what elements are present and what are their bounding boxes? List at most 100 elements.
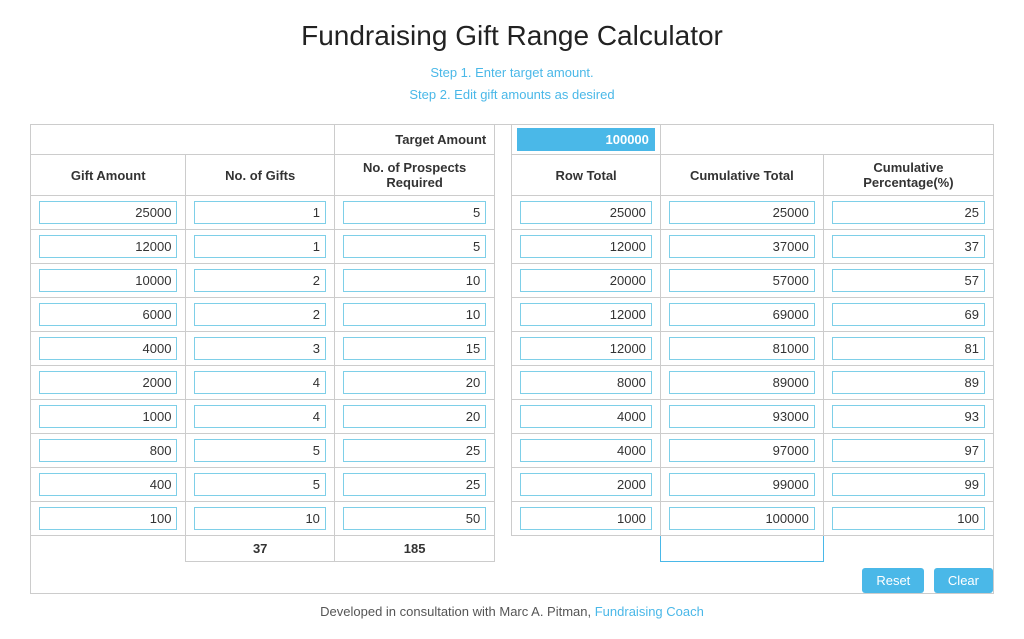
gift-input-8[interactable] <box>39 439 177 462</box>
prospects-input-3[interactable] <box>343 269 486 292</box>
prospects-input-7[interactable] <box>343 405 486 428</box>
gift-input-6[interactable] <box>39 371 177 394</box>
num-gifts-input-2[interactable] <box>194 235 325 258</box>
row-total-2[interactable] <box>520 235 652 258</box>
num-gifts-input-5[interactable] <box>194 337 325 360</box>
gift-amount <box>31 196 186 230</box>
gift-input-4[interactable] <box>39 303 177 326</box>
table-row <box>31 468 994 502</box>
col-gift-amount: Gift Amount <box>31 155 186 196</box>
row-total-6[interactable] <box>520 371 652 394</box>
cum-pct-4[interactable] <box>832 303 985 326</box>
table-row <box>31 366 994 400</box>
clear-button[interactable]: Clear <box>934 568 993 593</box>
spacer-header <box>495 155 512 196</box>
row-total-8[interactable] <box>520 439 652 462</box>
empty-cell-1 <box>31 125 335 155</box>
num-gifts-input-4[interactable] <box>194 303 325 326</box>
cum-total-10[interactable] <box>669 507 815 530</box>
cum-pct-6[interactable] <box>832 371 985 394</box>
cum-pct-7[interactable] <box>832 405 985 428</box>
col-cum-pct: Cumulative Percentage(%) <box>823 155 993 196</box>
gift-input-3[interactable] <box>39 269 177 292</box>
table-row <box>31 196 994 230</box>
prospects-input-9[interactable] <box>343 473 486 496</box>
row-total-1[interactable] <box>520 201 652 224</box>
column-headers: Gift Amount No. of Gifts No. of Prospect… <box>31 155 994 196</box>
table-row <box>31 434 994 468</box>
row-total-9[interactable] <box>520 473 652 496</box>
row-total-4[interactable] <box>520 303 652 326</box>
cum-total-5[interactable] <box>669 337 815 360</box>
totals-row: 37 185 100000 <box>31 536 994 562</box>
gift-input-2[interactable] <box>39 235 177 258</box>
gift-input-1[interactable] <box>39 201 177 224</box>
num-gifts-input-7[interactable] <box>194 405 325 428</box>
row-total-5[interactable] <box>520 337 652 360</box>
prospects-input-4[interactable] <box>343 303 486 326</box>
cum-total <box>660 196 823 230</box>
col-cum-total: Cumulative Total <box>660 155 823 196</box>
cum-pct-9[interactable] <box>832 473 985 496</box>
target-row: Target Amount <box>31 125 994 155</box>
page-title: Fundraising Gift Range Calculator <box>30 20 994 52</box>
gift-input-5[interactable] <box>39 337 177 360</box>
total-cum-total: 100000 <box>660 536 823 562</box>
col-prospects: No. of Prospects Required <box>334 155 494 196</box>
cum-pct-5[interactable] <box>832 337 985 360</box>
prospects-input-10[interactable] <box>343 507 486 530</box>
cum-pct-10[interactable] <box>832 507 985 530</box>
prospects-input-2[interactable] <box>343 235 486 258</box>
cum-pct-8[interactable] <box>832 439 985 462</box>
cum-total-8[interactable] <box>669 439 815 462</box>
empty-cell-2 <box>660 125 993 155</box>
reset-button[interactable]: Reset <box>862 568 924 593</box>
gift-input-10[interactable] <box>39 507 177 530</box>
row-total-7[interactable] <box>520 405 652 428</box>
num-gifts-input-3[interactable] <box>194 269 325 292</box>
footer-link[interactable]: Fundraising Coach <box>595 604 704 619</box>
prospects <box>334 196 494 230</box>
footer: Developed in consultation with Marc A. P… <box>30 604 994 619</box>
col-row-total: Row Total <box>512 155 661 196</box>
total-num-gifts: 37 <box>186 536 334 562</box>
prospects-input-6[interactable] <box>343 371 486 394</box>
num-gifts-input-6[interactable] <box>194 371 325 394</box>
cum-pct-3[interactable] <box>832 269 985 292</box>
prospects-input-5[interactable] <box>343 337 486 360</box>
target-label: Target Amount <box>334 125 494 155</box>
table-row <box>31 502 994 536</box>
gift-input-9[interactable] <box>39 473 177 496</box>
prospects-input-8[interactable] <box>343 439 486 462</box>
buttons-row: Reset Clear <box>31 562 994 594</box>
cum-total-3[interactable] <box>669 269 815 292</box>
num-gifts <box>186 196 334 230</box>
num-gifts-input-8[interactable] <box>194 439 325 462</box>
target-amount-input[interactable] <box>517 128 655 151</box>
footer-text: Developed in consultation with Marc A. P… <box>320 604 591 619</box>
cum-total-7[interactable] <box>669 405 815 428</box>
calculator-table: Target Amount Gift Amount No. of Gifts N… <box>30 124 994 594</box>
cum-total-1[interactable] <box>669 201 815 224</box>
cum-pct-2[interactable] <box>832 235 985 258</box>
gift-input-7[interactable] <box>39 405 177 428</box>
num-gifts-input-9[interactable] <box>194 473 325 496</box>
cum-total-4[interactable] <box>669 303 815 326</box>
cum-total-6[interactable] <box>669 371 815 394</box>
table-row <box>31 400 994 434</box>
cum-total-9[interactable] <box>669 473 815 496</box>
prospects-input-1[interactable] <box>343 201 486 224</box>
row-total-3[interactable] <box>520 269 652 292</box>
instructions: Step 1. Enter target amount. Step 2. Edi… <box>30 62 994 106</box>
table-row <box>31 230 994 264</box>
row-total-10[interactable] <box>520 507 652 530</box>
num-gifts-input-10[interactable] <box>194 507 325 530</box>
cum-pct <box>823 196 993 230</box>
num-gifts-input-1[interactable] <box>194 201 325 224</box>
spacer <box>495 125 512 155</box>
table-row <box>31 332 994 366</box>
row-total <box>512 196 661 230</box>
target-input-cell <box>512 125 661 155</box>
cum-pct-1[interactable] <box>832 201 985 224</box>
cum-total-2[interactable] <box>669 235 815 258</box>
